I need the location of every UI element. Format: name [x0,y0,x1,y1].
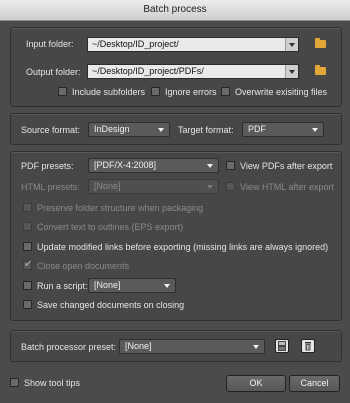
window-title: Batch process [0,0,350,21]
pdf-presets-value: [PDF/X-4:2008] [94,160,157,170]
chevron-down-icon [312,128,318,132]
chevron-down-icon [164,284,170,288]
target-format-value: PDF [248,124,266,134]
input-folder-history-button[interactable] [285,38,298,51]
convert-outlines-label: Convert text to outlines (EPS export) [37,222,184,232]
input-folder-label: Input folder: [26,39,74,49]
folders-panel: Input folder: ~/Desktop/ID_project/ Outp… [10,27,342,107]
formats-panel: Source format: InDesign Target format: P… [10,113,342,145]
output-folder-label: Output folder: [26,67,81,77]
target-format-label: Target format: [178,125,234,135]
update-links-label: Update modified links before exporting (… [37,242,329,252]
run-script-label: Run a script: [37,281,88,291]
batch-process-window: Batch process Input folder: ~/Desktop/ID… [0,0,350,403]
overwrite-label: Overwrite exisiting files [235,87,328,97]
pdf-presets-dropdown[interactable]: [PDF/X-4:2008] [88,158,219,173]
folder-icon[interactable] [315,65,326,75]
preset-dropdown[interactable]: [None] [119,339,265,354]
ignore-errors-label: Ignore errors [165,87,217,97]
save-changed-label: Save changed documents on closing [37,300,185,310]
input-folder-field[interactable]: ~/Desktop/ID_project/ [87,37,299,52]
show-tooltips-checkbox[interactable] [10,378,19,387]
pdf-presets-label: PDF presets: [21,161,74,171]
chevron-down-icon [158,128,164,132]
preset-panel: Batch processor preset: [None] [10,330,342,362]
overwrite-checkbox[interactable] [221,87,230,96]
ok-button[interactable]: OK [226,375,286,392]
html-presets-dropdown[interactable]: [None] [88,179,219,194]
ignore-errors-checkbox[interactable] [151,87,160,96]
chevron-down-icon [207,185,213,189]
output-folder-history-button[interactable] [285,65,298,78]
run-script-dropdown[interactable]: [None] [88,278,176,293]
html-presets-label: HTML presets: [21,182,80,192]
show-tooltips-label: Show tool tips [24,378,81,388]
chevron-down-icon [289,70,295,74]
convert-outlines-checkbox[interactable] [23,222,32,231]
view-pdfs-checkbox[interactable] [226,161,235,170]
source-format-value: InDesign [94,124,130,134]
save-changed-checkbox[interactable] [23,300,32,309]
close-docs-checkbox[interactable] [23,259,32,270]
run-script-value: [None] [94,280,121,290]
output-folder-field[interactable]: ~/Desktop/ID_project/PDFs/ [87,64,299,79]
output-folder-value: ~/Desktop/ID_project/PDFs/ [92,66,204,76]
preserve-folder-checkbox[interactable] [23,203,32,212]
include-subfolders-checkbox[interactable] [58,87,67,96]
options-panel: PDF presets: [PDF/X-4:2008] View PDFs af… [10,151,342,321]
preset-label: Batch processor preset: [21,342,117,352]
source-format-label: Source format: [21,125,81,135]
view-pdfs-label: View PDFs after export [240,161,333,171]
preserve-folder-label: Preserve folder structure when packaging [37,203,204,213]
close-docs-label: Close open documents [37,261,130,271]
preset-value: [None] [125,341,152,351]
save-preset-button[interactable] [275,339,289,353]
run-script-checkbox[interactable] [23,281,32,290]
chevron-down-icon [289,43,295,47]
update-links-checkbox[interactable] [23,242,32,251]
view-html-label: View HTML after export [240,182,335,192]
view-html-checkbox[interactable] [226,182,235,191]
html-presets-value: [None] [94,181,121,191]
trash-icon [305,342,311,351]
input-folder-value: ~/Desktop/ID_project/ [92,39,179,49]
delete-preset-button[interactable] [301,339,315,353]
save-icon [278,341,286,351]
source-format-dropdown[interactable]: InDesign [88,122,170,137]
chevron-down-icon [207,164,213,168]
folder-icon[interactable] [315,38,326,48]
include-subfolders-label: Include subfolders [72,87,146,97]
cancel-button[interactable]: Cancel [289,375,340,392]
chevron-down-icon [253,345,259,349]
target-format-dropdown[interactable]: PDF [242,122,324,137]
